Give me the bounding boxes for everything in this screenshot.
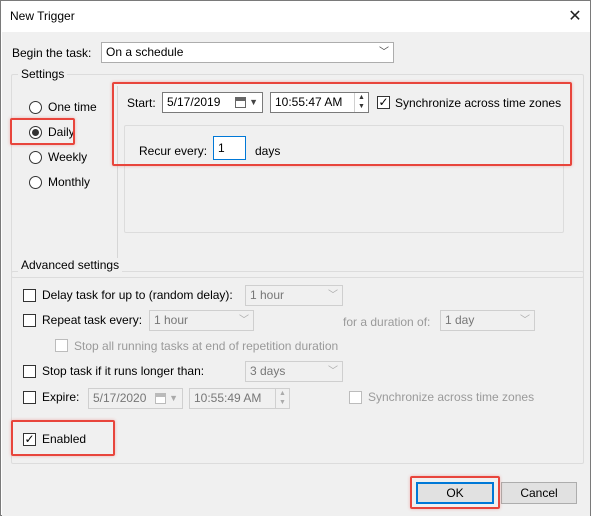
duration-label: for a duration of: xyxy=(343,315,431,329)
radio-daily-label: Daily xyxy=(48,125,75,139)
expire-sync-checkbox[interactable] xyxy=(349,391,362,404)
cancel-button[interactable]: Cancel xyxy=(501,482,577,504)
radio-one-time-label: One time xyxy=(48,100,97,114)
expire-time-value: 10:55:49 AM xyxy=(194,391,262,405)
begin-task-label: Begin the task: xyxy=(12,46,92,60)
checkmark-icon: ✓ xyxy=(378,95,389,109)
recur-unit-label: days xyxy=(255,144,281,158)
stop-longer-checkbox[interactable] xyxy=(23,365,36,378)
repeat-task-checkbox[interactable] xyxy=(23,314,36,327)
radio-daily[interactable] xyxy=(29,126,42,139)
chevron-down-icon: ﹀ xyxy=(328,290,338,301)
delay-task-label: Delay task for up to (random delay): xyxy=(42,288,233,302)
repeat-task-dropdown[interactable]: 1 hour ﹀ xyxy=(149,310,254,331)
settings-divider xyxy=(117,86,118,266)
chevron-down-icon: ﹀ xyxy=(520,315,530,326)
duration-dropdown[interactable]: 1 day ﹀ xyxy=(440,310,535,331)
enabled-checkbox[interactable]: ✓ xyxy=(23,433,36,446)
delay-task-value: 1 hour xyxy=(250,288,285,302)
sync-timezones-checkbox[interactable]: ✓ xyxy=(377,96,390,109)
radio-weekly[interactable] xyxy=(29,151,42,164)
expire-sync-label: Synchronize across time zones xyxy=(368,390,535,404)
start-label: Start: xyxy=(127,96,156,110)
close-icon[interactable]: ✕ xyxy=(560,1,590,31)
recur-every-label: Recur every: xyxy=(139,144,208,158)
start-time-value: 10:55:47 AM xyxy=(275,95,343,109)
duration-value: 1 day xyxy=(445,313,475,327)
window-title: New Trigger xyxy=(10,9,75,23)
time-spinner[interactable]: ▲ ▼ xyxy=(275,389,289,408)
settings-group-title: Settings xyxy=(18,67,68,81)
sync-timezones-label: Synchronize across time zones xyxy=(395,96,562,110)
dialog-body: Begin the task: On a schedule ﹀ Settings… xyxy=(2,32,590,516)
radio-weekly-label: Weekly xyxy=(48,150,88,164)
start-date-value: 5/17/2019 xyxy=(167,95,221,109)
recur-panel xyxy=(124,125,564,233)
delay-task-checkbox[interactable] xyxy=(23,289,36,302)
radio-one-time[interactable] xyxy=(29,101,42,114)
recur-every-value: 1 xyxy=(218,141,225,155)
repeat-task-value: 1 hour xyxy=(154,313,189,327)
radio-monthly-label: Monthly xyxy=(48,175,91,189)
recur-every-input[interactable]: 1 xyxy=(213,136,246,160)
checkmark-icon: ✓ xyxy=(24,432,35,446)
enabled-label: Enabled xyxy=(42,432,87,446)
ok-button[interactable]: OK xyxy=(416,482,494,504)
stop-longer-label: Stop task if it runs longer than: xyxy=(42,364,205,378)
chevron-down-icon: ﹀ xyxy=(239,315,249,326)
start-date-picker[interactable]: 5/17/2019 ▼ xyxy=(162,92,263,113)
start-time-picker[interactable]: 10:55:47 AM ▲ ▼ xyxy=(270,92,369,113)
stop-longer-dropdown[interactable]: 3 days ﹀ xyxy=(245,361,343,382)
repeat-task-label: Repeat task every: xyxy=(42,313,143,327)
expire-time-picker[interactable]: 10:55:49 AM ▲ ▼ xyxy=(189,388,290,409)
expire-date-picker[interactable]: 5/17/2020 ▼ xyxy=(88,388,183,409)
begin-task-value: On a schedule xyxy=(106,45,184,59)
expire-date-value: 5/17/2020 xyxy=(93,391,147,405)
new-trigger-dialog: New Trigger ✕ Begin the task: On a sched… xyxy=(0,0,591,516)
stop-running-tasks-label: Stop all running tasks at end of repetit… xyxy=(74,339,339,353)
calendar-icon xyxy=(155,393,166,404)
begin-task-dropdown[interactable]: On a schedule ﹀ xyxy=(101,42,394,63)
chevron-down-icon: ﹀ xyxy=(328,366,338,377)
expire-label: Expire: xyxy=(42,390,80,404)
stop-running-tasks-checkbox[interactable] xyxy=(55,339,68,352)
stop-longer-value: 3 days xyxy=(250,364,286,378)
chevron-down-icon: ▼ xyxy=(169,393,178,403)
chevron-down-icon: ﹀ xyxy=(379,47,389,58)
delay-task-dropdown[interactable]: 1 hour ﹀ xyxy=(245,285,343,306)
chevron-down-icon: ▼ xyxy=(249,97,258,107)
radio-monthly[interactable] xyxy=(29,176,42,189)
title-bar: New Trigger ✕ xyxy=(1,1,590,32)
advanced-settings-title: Advanced settings xyxy=(18,258,123,272)
time-spinner[interactable]: ▲ ▼ xyxy=(354,93,368,112)
expire-checkbox[interactable] xyxy=(23,391,36,404)
calendar-icon xyxy=(235,97,246,108)
